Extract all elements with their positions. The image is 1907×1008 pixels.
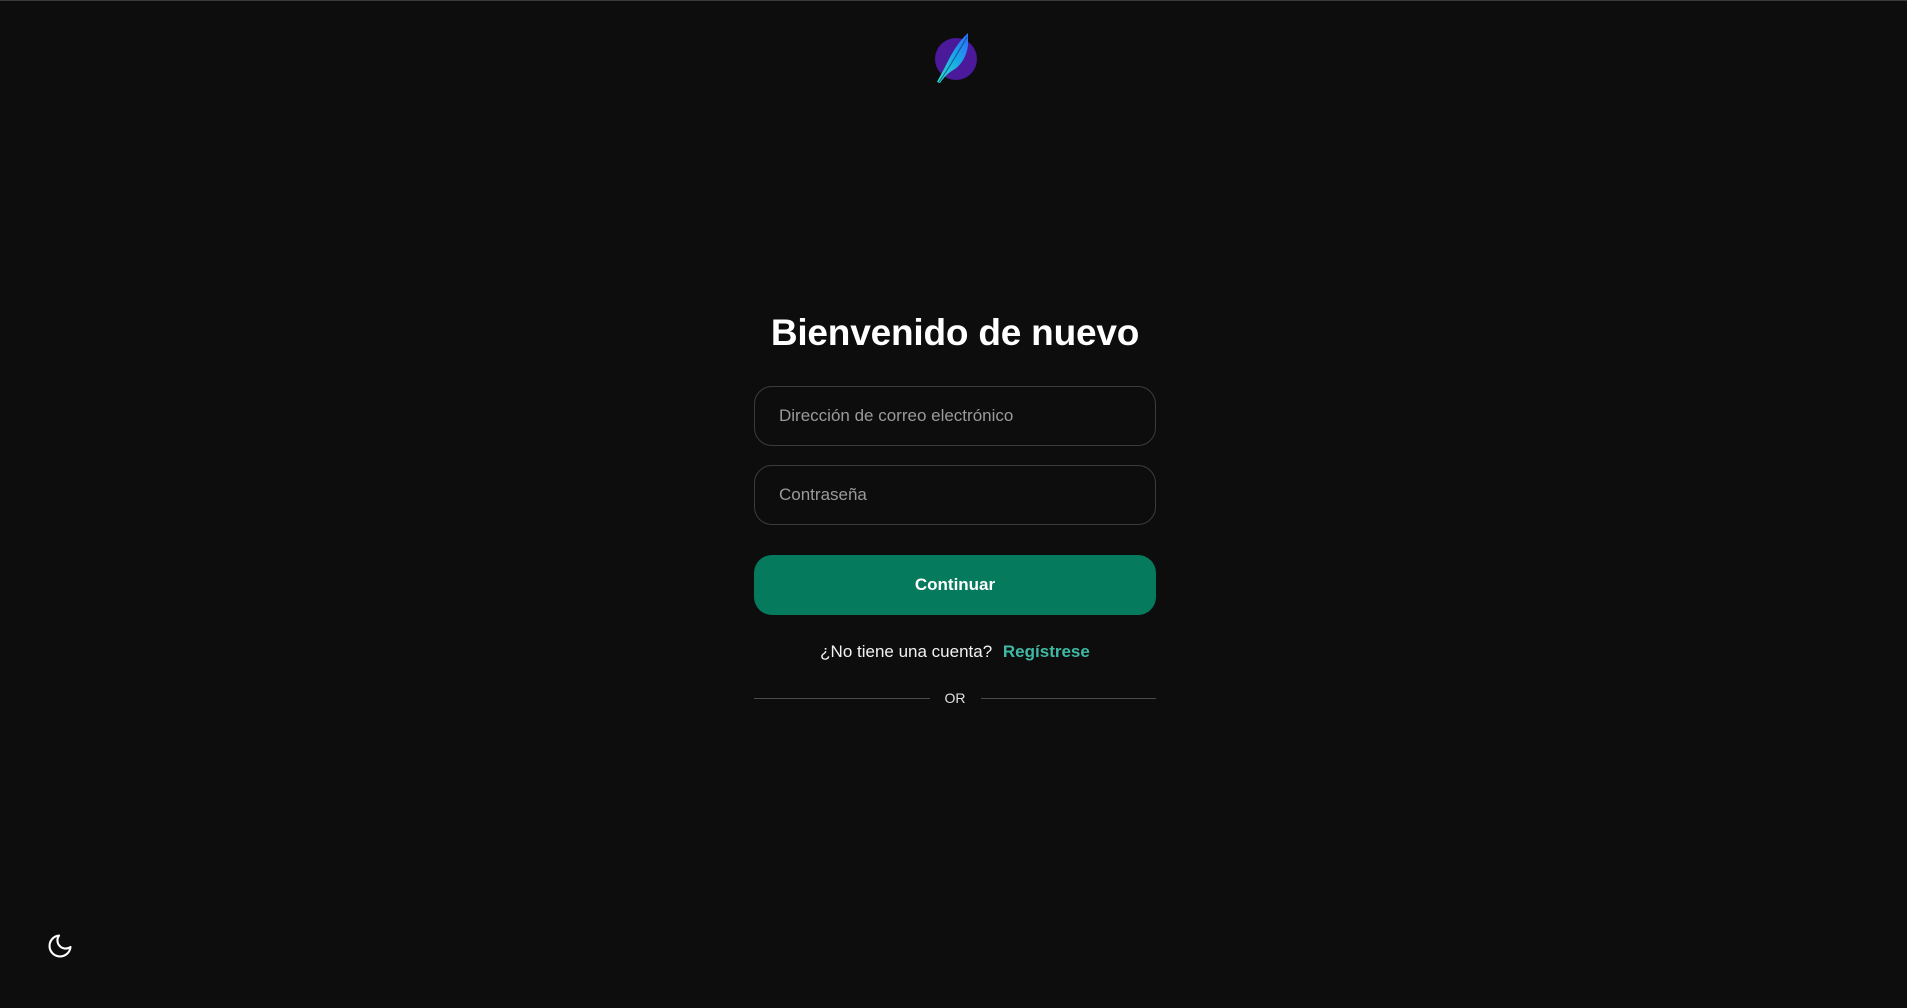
divider-text: OR [944,690,966,706]
moon-icon [48,934,72,958]
login-page: Bienvenido de nuevo Continuar ¿No tiene … [0,0,1907,1008]
divider-line-right [980,697,1156,699]
login-form: Bienvenido de nuevo Continuar ¿No tiene … [754,306,1156,707]
email-field[interactable] [754,386,1156,446]
password-field[interactable] [754,465,1156,525]
continue-button[interactable]: Continuar [754,555,1156,615]
or-divider: OR [754,689,1156,707]
signup-prompt-text: ¿No tiene una cuenta? [820,642,993,661]
divider-line-left [754,697,930,699]
page-title: Bienvenido de nuevo [770,312,1140,353]
signup-prompt-row: ¿No tiene una cuenta? Regístrese [754,641,1156,663]
feather-logo-icon [931,31,977,85]
theme-toggle-button[interactable] [44,930,76,962]
signup-link[interactable]: Regístrese [1003,642,1090,661]
